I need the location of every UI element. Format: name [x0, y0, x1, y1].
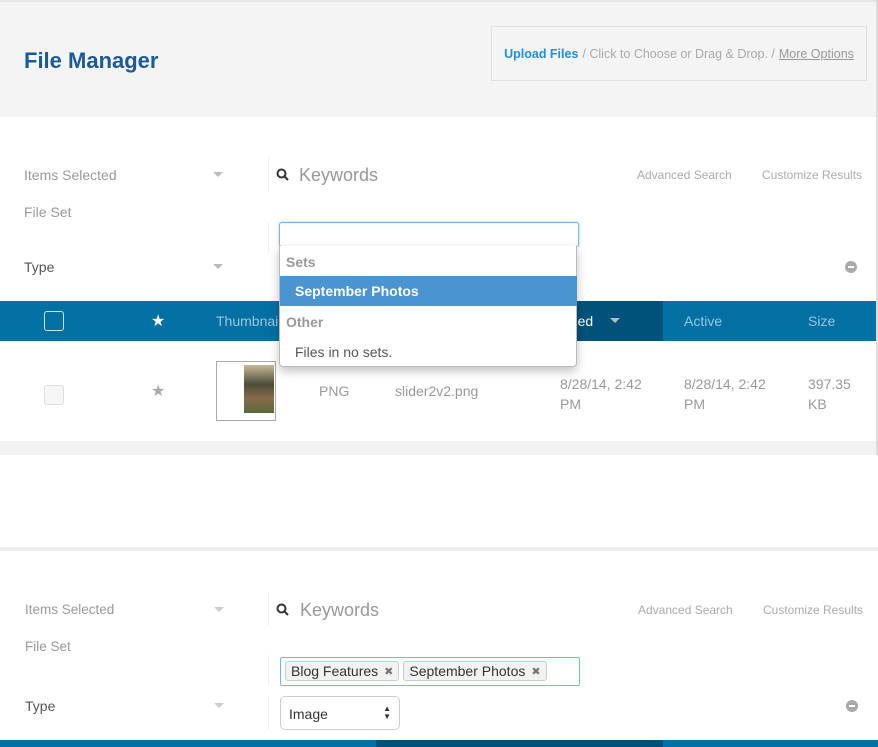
divider [268, 157, 269, 191]
option-label: September Photos [295, 283, 419, 299]
more-options-link[interactable]: More Options [779, 47, 854, 61]
file-size: 397.35 KB [808, 376, 851, 412]
file-set-label: File Set [25, 639, 71, 654]
column-size[interactable]: Size [808, 313, 835, 329]
divider [0, 547, 878, 551]
select-all-checkbox[interactable] [44, 311, 64, 331]
items-selected-label[interactable]: Items Selected [24, 167, 117, 183]
remove-tag-icon[interactable]: ✖ [384, 665, 393, 678]
divider [268, 592, 269, 626]
advanced-search-link[interactable]: Advanced Search [637, 168, 732, 182]
tag-blog-features: Blog Features ✖ [285, 661, 400, 681]
table-header [0, 740, 878, 747]
customize-results-link[interactable]: Customize Results [763, 603, 863, 617]
divider [0, 441, 878, 455]
customize-results-link[interactable]: Customize Results [762, 168, 862, 182]
type-select[interactable]: Image ▲ ▼ [280, 696, 400, 730]
search-icon [276, 603, 289, 616]
divider [268, 222, 269, 252]
group-other: Other [286, 314, 324, 330]
keywords-input[interactable]: Keywords [299, 165, 378, 186]
type-select-value: Image [289, 706, 328, 722]
file-set-dropdown: Sets September Photos Other Files in no … [279, 246, 577, 367]
type-label[interactable]: Type [24, 259, 54, 275]
upload-dropzone[interactable]: Upload Files / Click to Choose or Drag &… [491, 26, 867, 81]
date-added: 8/28/14, 2:42 PM [560, 376, 642, 412]
search-icon [276, 168, 289, 181]
upload-hint: / Click to Choose or Drag & Drop. / [582, 46, 775, 61]
remove-filter-icon[interactable] [846, 700, 858, 712]
tag-september-photos: September Photos ✖ [403, 661, 547, 681]
thumbnail [216, 361, 276, 421]
type-label[interactable]: Type [25, 698, 55, 714]
upload-files-link[interactable]: Upload Files [504, 47, 578, 61]
star-icon: ★ [151, 313, 166, 330]
chevron-down-icon[interactable] [213, 264, 223, 269]
chevron-down-icon[interactable] [213, 172, 223, 177]
file-name[interactable]: slider2v2.png [395, 383, 478, 399]
group-sets: Sets [286, 254, 316, 270]
advanced-search-link[interactable]: Advanced Search [638, 603, 733, 617]
sort-caret-icon [610, 318, 620, 323]
date-active: 8/28/14, 2:42 PM [684, 376, 766, 412]
items-selected-label[interactable]: Items Selected [25, 602, 114, 617]
column-thumbnail[interactable]: Thumbnail [216, 313, 281, 329]
page-title: File Manager [24, 48, 159, 73]
divider [268, 655, 269, 685]
file-set-tag-input[interactable]: Blog Features ✖ September Photos ✖ [280, 657, 580, 686]
divider [268, 696, 269, 730]
file-type: PNG [319, 383, 350, 399]
option-september-photos[interactable]: September Photos [280, 276, 577, 306]
remove-filter-icon[interactable] [845, 261, 857, 273]
column-active[interactable]: Active [684, 313, 722, 329]
tag-label: September Photos [409, 663, 526, 679]
file-set-search-input[interactable] [279, 222, 579, 247]
chevron-down-icon[interactable] [214, 703, 224, 708]
row-checkbox[interactable] [44, 385, 64, 405]
star-icon[interactable]: ★ [151, 381, 165, 401]
select-arrows-icon: ▲ ▼ [383, 704, 391, 721]
option-no-sets[interactable]: Files in no sets. [295, 344, 392, 360]
remove-tag-icon[interactable]: ✖ [531, 665, 540, 678]
tag-label: Blog Features [291, 663, 379, 679]
chevron-down-icon[interactable] [214, 607, 224, 612]
keywords-input[interactable]: Keywords [300, 600, 379, 621]
file-set-label: File Set [24, 204, 72, 220]
